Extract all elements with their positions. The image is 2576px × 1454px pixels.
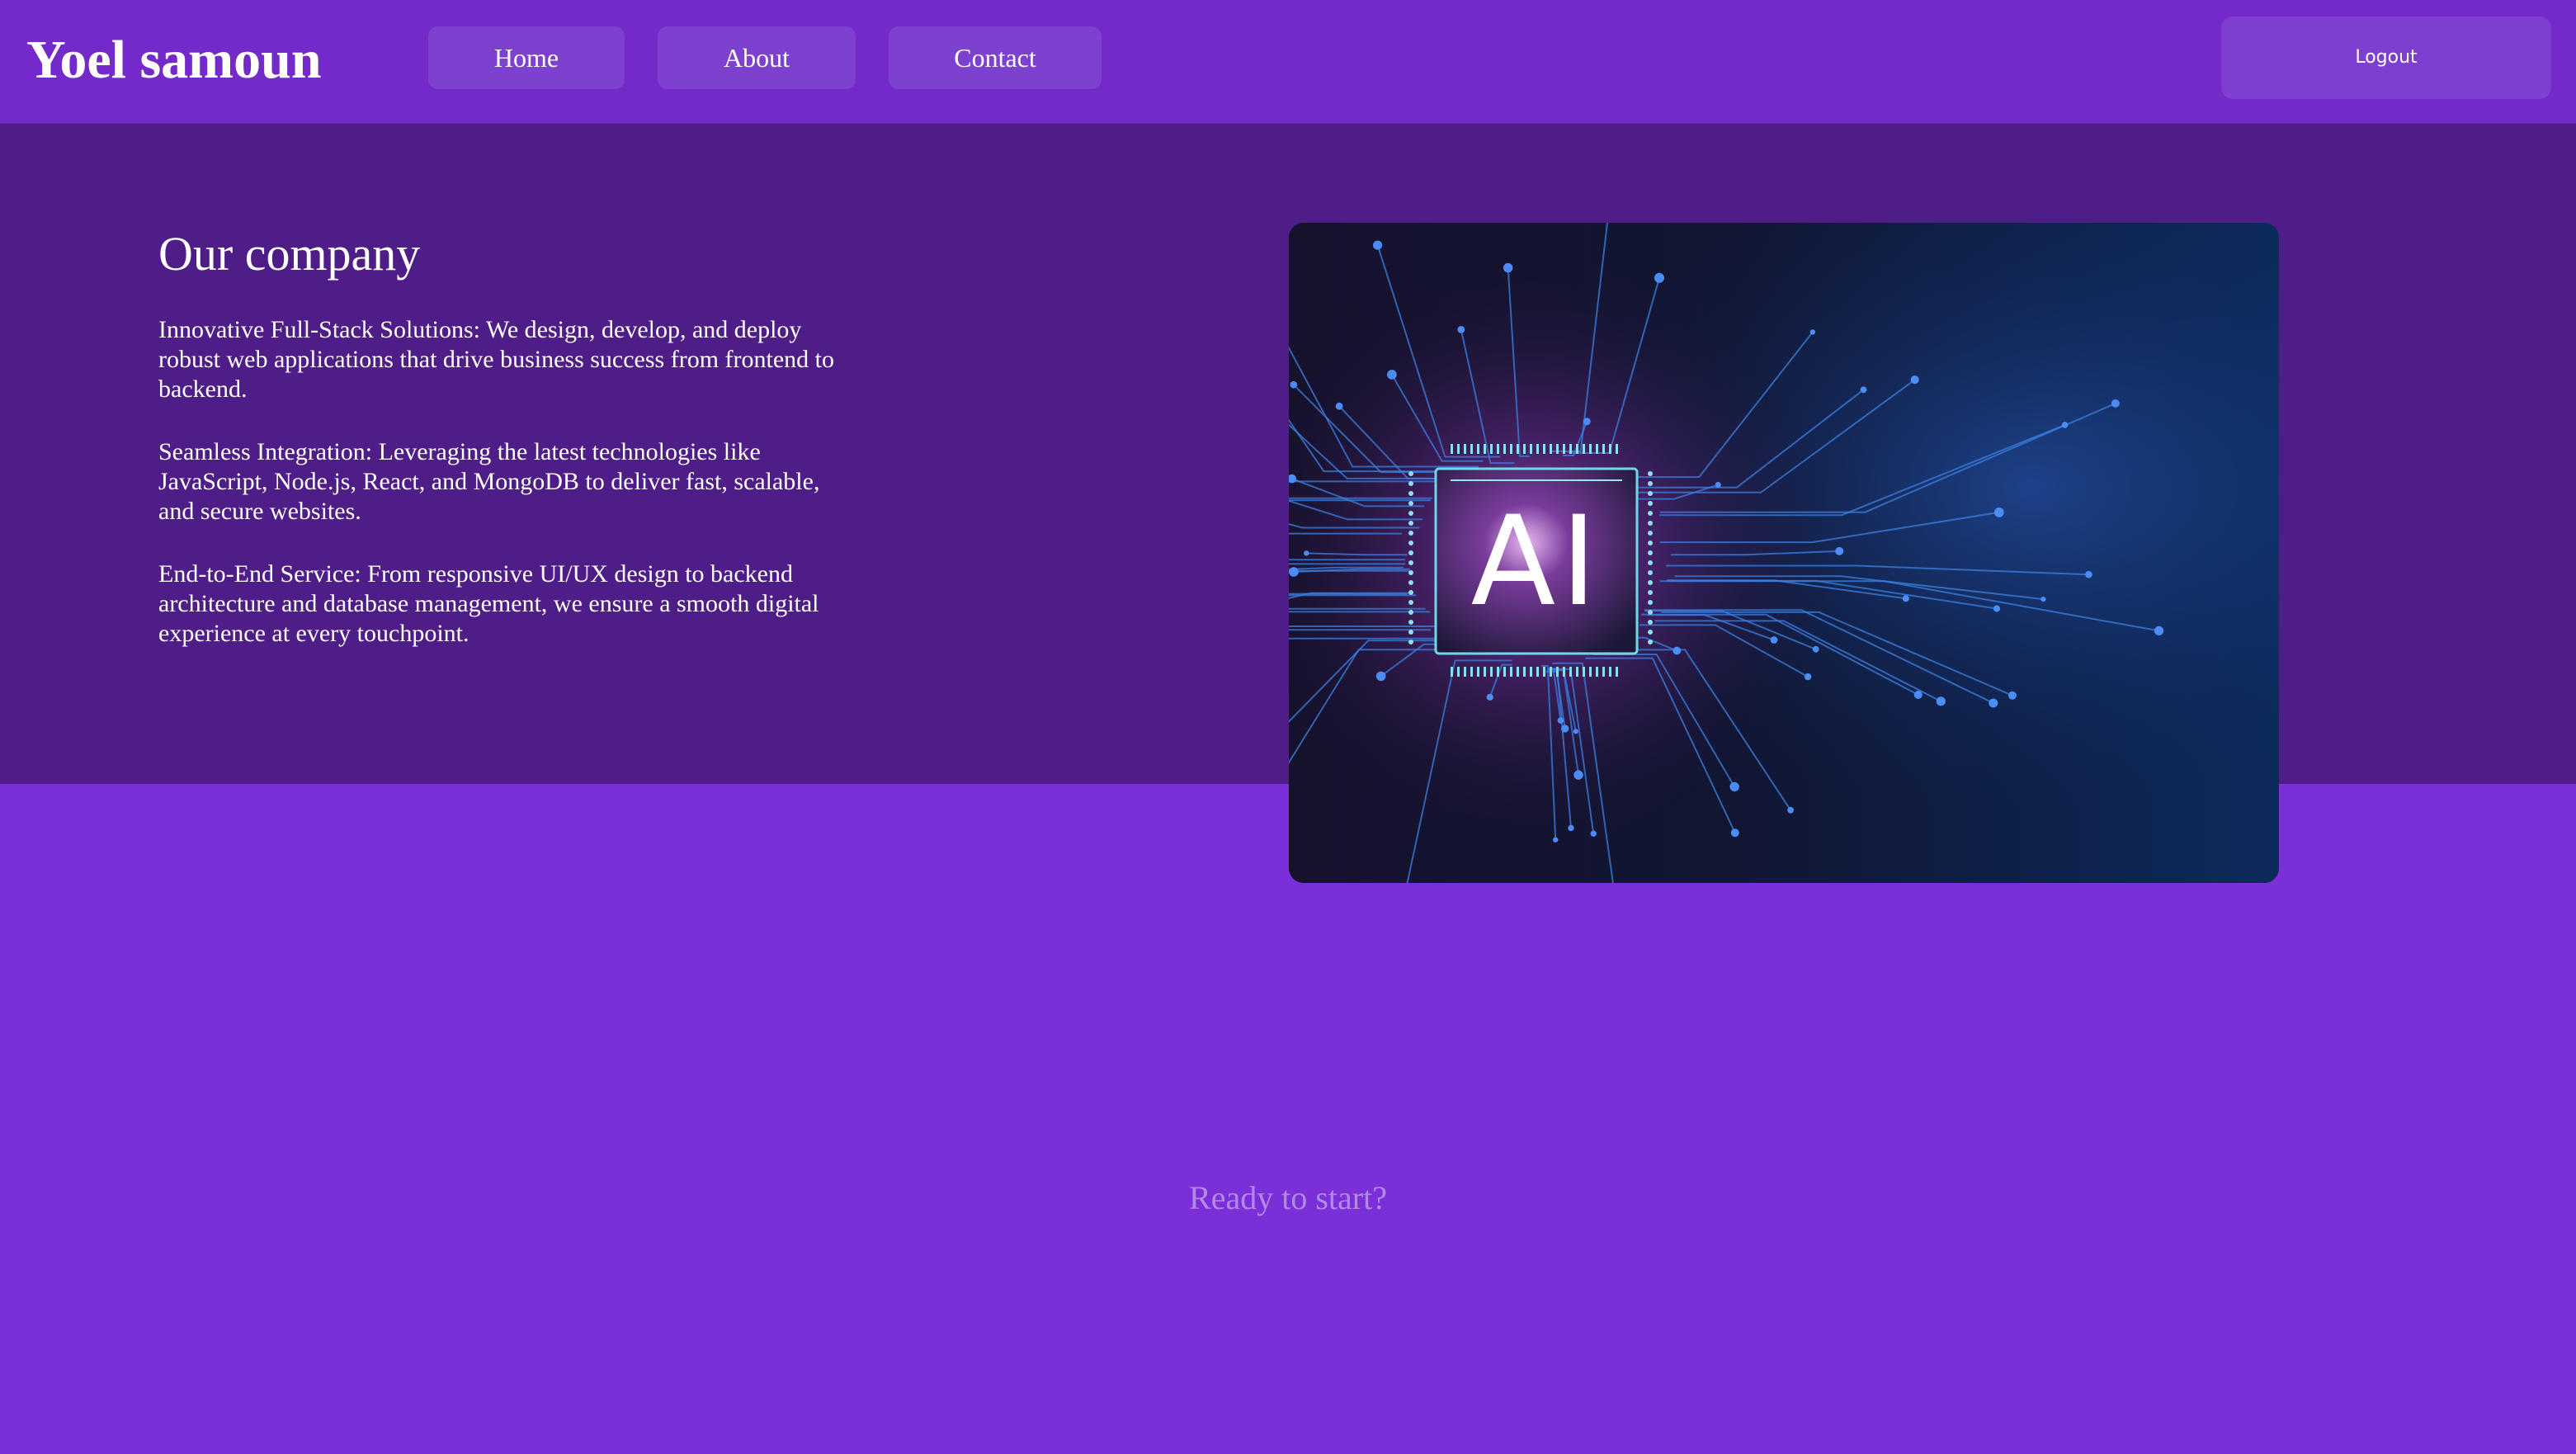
section-title: Our company xyxy=(158,227,421,281)
nav-contact-button[interactable]: Contact xyxy=(889,26,1102,89)
top-navbar: Yoel samoun Home About Contact Logout xyxy=(0,0,2576,125)
ai-chip-illustration: AI xyxy=(1289,223,2279,883)
nav-home-button[interactable]: Home xyxy=(428,26,625,89)
ai-chip-image: AI xyxy=(1289,223,2279,883)
feature-paragraph-full-stack: Innovative Full-Stack Solutions: We desi… xyxy=(158,316,834,403)
logout-button[interactable]: Logout xyxy=(2221,17,2551,99)
feature-paragraph-integration: Seamless Integration: Leveraging the lat… xyxy=(158,438,820,525)
brand-name[interactable]: Yoel samoun xyxy=(26,25,322,96)
cta-heading: Ready to start? xyxy=(1189,1179,1387,1216)
chip-ai-label: AI xyxy=(1471,490,1602,634)
feature-paragraph-end-to-end: End-to-End Service: From responsive UI/U… xyxy=(158,560,819,647)
nav-about-button[interactable]: About xyxy=(658,26,856,89)
